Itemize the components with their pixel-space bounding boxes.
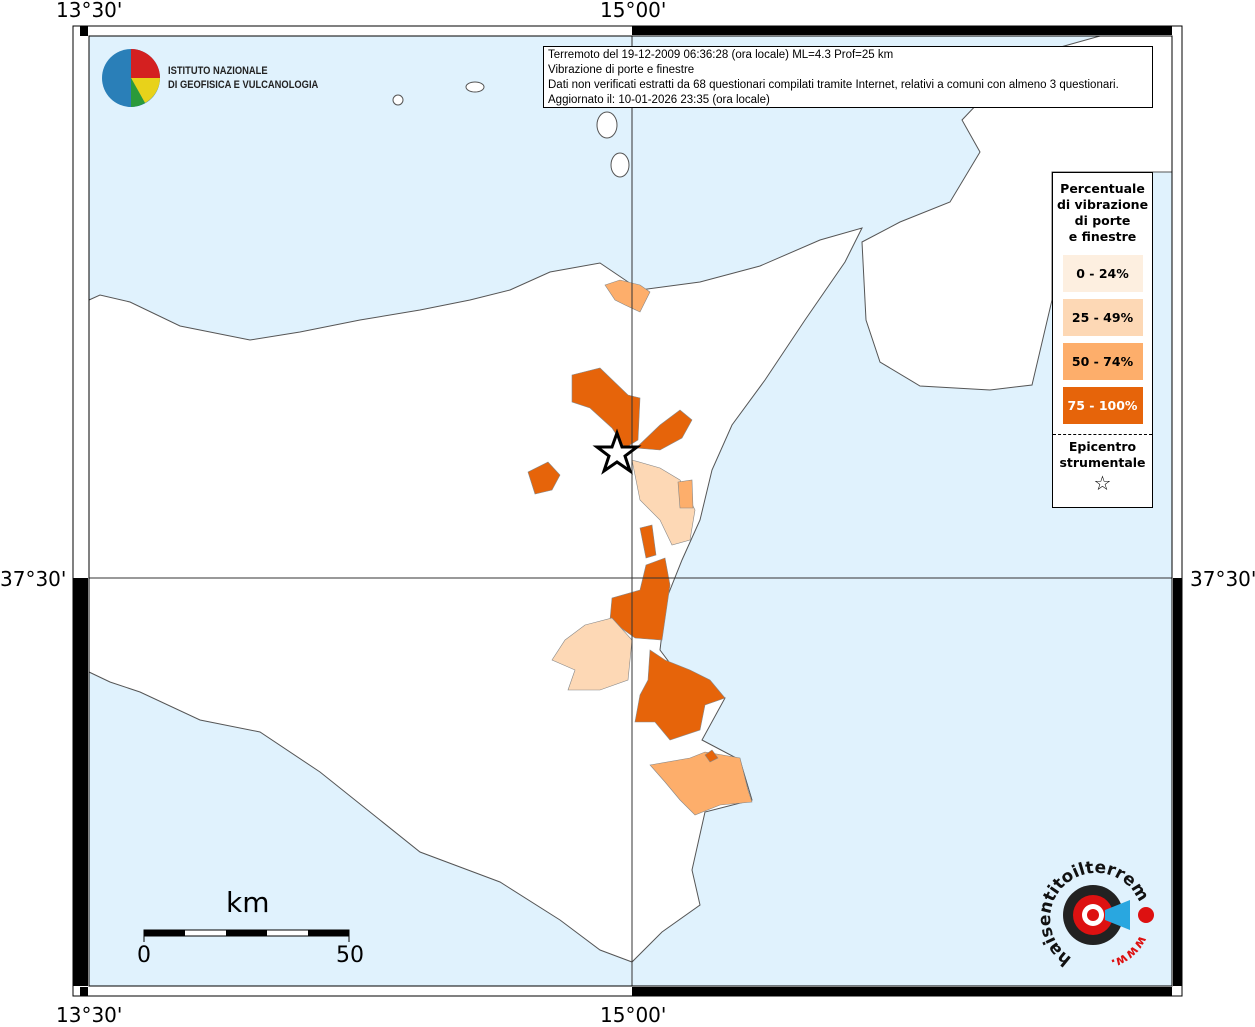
lon-label-top-left: 13°30' [56, 0, 123, 22]
scale-end: 50 [336, 943, 364, 968]
lat-label-left: 37°30' [0, 567, 67, 591]
ingv-line2: DI GEOFISICA E VULCANOLOGIA [168, 79, 319, 91]
lat-label-right: 37°30' [1190, 567, 1255, 591]
info-line: Dati non verificati estratti da 68 quest… [548, 79, 1119, 91]
legend-epicenter-line: strumentale [1059, 455, 1146, 470]
ingv-logo [102, 49, 160, 107]
legend-title-line: di vibrazione [1056, 197, 1149, 212]
frame-bar [632, 26, 1172, 35]
legend-title: Percentuale di vibrazione di porte e fin… [1053, 181, 1152, 245]
island [610, 152, 630, 178]
info-line: Aggiornato il: 10-01-2026 23:35 (ora loc… [548, 94, 770, 106]
ingv-logo-text: ISTITUTO NAZIONALE DI GEOFISICA E VULCAN… [168, 64, 318, 92]
legend: Percentuale di vibrazione di porte e fin… [1052, 172, 1153, 508]
legend-class-75-100: 75 - 100% [1062, 387, 1143, 424]
lon-label-bottom-left: 13°30' [56, 1003, 123, 1027]
legend-title-line: di porte [1074, 213, 1131, 228]
scale-unit: km [226, 886, 270, 919]
legend-epicenter-line: Epicentro [1068, 439, 1137, 454]
legend-title-line: Percentuale [1060, 181, 1145, 196]
municipality-area[interactable] [677, 479, 694, 509]
lon-label-top-center: 15°00' [600, 0, 667, 22]
frame-bar [80, 26, 88, 36]
info-line: Vibrazione di porte e finestre [548, 64, 695, 76]
ingv-line1: ISTITUTO NAZIONALE [168, 65, 268, 77]
info-line: Terremoto del 19-12-2009 06:36:28 (ora l… [548, 49, 894, 61]
legend-class-50-74: 50 - 74% [1062, 343, 1143, 380]
frame-bar [1173, 578, 1182, 986]
island [596, 111, 618, 139]
lon-label-bottom-center: 15°00' [600, 1003, 667, 1027]
frame-bar [80, 987, 88, 996]
island [392, 94, 404, 106]
frame-bar [73, 578, 88, 986]
earthquake-info-box: Terremoto del 19-12-2009 06:36:28 (ora l… [543, 46, 1153, 108]
frame-bar [632, 987, 1172, 996]
map-canvas[interactable]: haisentitoilterremoto.it www. [0, 0, 1255, 1024]
legend-class-0-24: 0 - 24% [1062, 255, 1143, 292]
legend-epicenter: Epicentro strumentale ☆ [1053, 434, 1152, 495]
legend-class-25-49: 25 - 49% [1062, 299, 1143, 336]
island [465, 81, 485, 93]
star-icon: ☆ [1093, 471, 1112, 495]
scale-start: 0 [137, 943, 151, 968]
legend-title-line: e finestre [1068, 229, 1137, 244]
